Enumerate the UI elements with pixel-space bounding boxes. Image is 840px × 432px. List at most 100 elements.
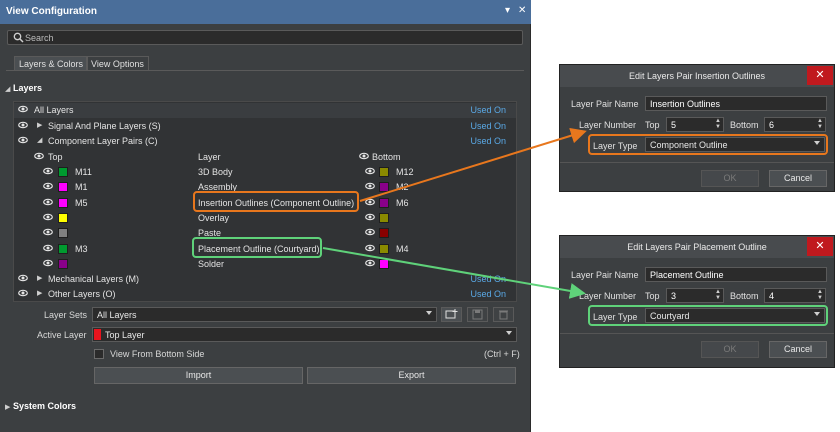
used-on-link[interactable]: Used On — [470, 136, 506, 146]
search-box[interactable] — [7, 30, 523, 45]
top-color-swatch[interactable] — [58, 197, 68, 208]
close-icon[interactable]: ✕ — [807, 66, 833, 85]
spinner-icon[interactable]: ▲ ▼ — [715, 118, 721, 130]
active-layer-dropdown[interactable]: Top Layer — [92, 327, 517, 342]
tree-row-all-layers[interactable]: All Layers Used On — [14, 103, 516, 118]
bottom-color-swatch[interactable] — [379, 197, 389, 208]
chevron-down-icon[interactable]: ◢ — [37, 136, 42, 144]
bottom-mechanical-name: M6 — [396, 197, 409, 208]
spinner-icon[interactable]: ▲ ▼ — [817, 118, 823, 130]
bottom-color-swatch[interactable] — [379, 167, 389, 177]
eye-icon[interactable] — [34, 151, 44, 161]
view-bottom-checkbox[interactable] — [94, 349, 104, 359]
bottom-number-stepper[interactable]: 4 ▲ ▼ — [764, 288, 826, 303]
eye-icon[interactable] — [43, 197, 53, 207]
tab-view-options[interactable]: View Options — [86, 56, 149, 71]
eye-icon[interactable] — [18, 273, 28, 283]
spinner-icon[interactable]: ▲ ▼ — [817, 289, 823, 301]
chevron-down-icon — [814, 141, 820, 145]
bottom-number-value: 4 — [769, 291, 775, 301]
tab-layers-colors[interactable]: Layers & Colors — [14, 56, 89, 71]
chevron-right-icon[interactable]: ▶ — [37, 289, 42, 297]
layer-add-icon — [445, 309, 458, 319]
used-on-link[interactable]: Used On — [470, 274, 506, 284]
layer-type-dropdown[interactable]: Component Outline — [645, 137, 825, 152]
pair-name-field[interactable]: Placement Outline — [645, 267, 827, 282]
top-number-stepper[interactable]: 3 ▲ ▼ — [666, 288, 724, 303]
top-color-swatch[interactable] — [58, 243, 68, 254]
eye-icon[interactable] — [43, 212, 53, 222]
top-color-swatch[interactable] — [58, 258, 68, 269]
layers-section-header[interactable]: ◢ Layers — [5, 83, 42, 93]
top-color-swatch[interactable] — [58, 212, 68, 223]
ok-button[interactable]: OK — [701, 170, 759, 187]
used-on-link[interactable]: Used On — [470, 121, 506, 131]
eye-icon[interactable] — [18, 104, 28, 114]
delete-layer-set-button[interactable] — [493, 307, 514, 322]
eye-icon[interactable] — [365, 197, 375, 207]
chevron-down-icon — [814, 312, 820, 316]
panel-menu-icon[interactable]: ▾ — [505, 5, 510, 16]
column-layer: Layer — [198, 152, 221, 162]
spinner-icon[interactable]: ▲ ▼ — [715, 289, 721, 301]
bottom-color-swatch[interactable] — [379, 212, 389, 223]
tree-row-component-pairs[interactable]: ◢ Component Layer Pairs (C) Used On — [14, 134, 516, 149]
eye-icon[interactable] — [18, 288, 28, 298]
layer-pair-row[interactable]: M11 3D Body M12 — [14, 165, 516, 180]
layer-sets-dropdown[interactable]: All Layers — [92, 307, 437, 322]
tree-row-other[interactable]: ▶ Other Layers (O) Used On — [14, 287, 516, 302]
top-color-swatch[interactable] — [58, 228, 68, 239]
layer-pair-row[interactable]: Overlay — [14, 211, 516, 226]
screenshot-stage: View Configuration ▾ ✕ Layers & Colors V… — [0, 0, 840, 432]
bottom-color-swatch[interactable] — [379, 228, 389, 239]
eye-icon[interactable] — [365, 212, 375, 222]
layer-pair-row[interactable]: Solder — [14, 257, 516, 272]
save-layer-set-button[interactable] — [467, 307, 488, 322]
component-pairs-label: Component Layer Pairs (C) — [48, 136, 158, 146]
chevron-right-icon[interactable]: ▶ — [37, 121, 42, 129]
system-colors-section-header[interactable]: ▶ System Colors — [5, 401, 76, 411]
active-layer-value: Top Layer — [105, 330, 145, 340]
eye-icon[interactable] — [43, 258, 53, 268]
search-input[interactable] — [25, 31, 505, 44]
chevron-right-icon[interactable]: ▶ — [37, 274, 42, 282]
add-layer-set-button[interactable] — [441, 307, 462, 322]
used-on-link[interactable]: Used On — [470, 289, 506, 299]
layer-type-dropdown[interactable]: Courtyard — [645, 308, 825, 323]
eye-icon[interactable] — [43, 243, 53, 253]
bottom-color-swatch[interactable] — [379, 182, 389, 193]
chevron-down-icon — [506, 331, 512, 335]
tree-row-mechanical[interactable]: ▶ Mechanical Layers (M) Used On — [14, 272, 516, 287]
eye-icon[interactable] — [43, 227, 53, 237]
bottom-color-swatch[interactable] — [379, 243, 389, 254]
eye-icon[interactable] — [365, 258, 375, 268]
eye-icon[interactable] — [43, 181, 53, 191]
panel-close-icon[interactable]: ✕ — [518, 5, 526, 16]
eye-icon[interactable] — [43, 166, 53, 176]
top-color-swatch[interactable] — [58, 182, 68, 193]
close-icon[interactable]: ✕ — [807, 237, 833, 256]
cancel-button[interactable]: Cancel — [769, 341, 827, 358]
eye-icon[interactable] — [365, 243, 375, 253]
ok-button[interactable]: OK — [701, 341, 759, 358]
bottom-color-swatch[interactable] — [379, 258, 389, 269]
eye-icon[interactable] — [18, 135, 28, 145]
pairs-header-row: Top Layer Bottom — [14, 150, 516, 165]
eye-icon[interactable] — [365, 227, 375, 237]
eye-icon[interactable] — [365, 181, 375, 191]
edit-layer-pair-dialog-insertion: Edit Layers Pair Insertion Outlines ✕ La… — [559, 64, 835, 192]
edit-layer-pair-dialog-placement: Edit Layers Pair Placement Outline ✕ Lay… — [559, 235, 835, 368]
tree-row-signal-plane[interactable]: ▶ Signal And Plane Layers (S) Used On — [14, 119, 516, 134]
export-button[interactable]: Export — [307, 367, 516, 384]
pair-name-field[interactable]: Insertion Outlines — [645, 96, 827, 111]
bottom-number-stepper[interactable]: 6 ▲ ▼ — [764, 117, 826, 132]
eye-icon[interactable] — [359, 151, 369, 161]
import-button[interactable]: Import — [94, 367, 303, 384]
top-mechanical-name: M1 — [75, 182, 88, 193]
cancel-button[interactable]: Cancel — [769, 170, 827, 187]
eye-icon[interactable] — [18, 120, 28, 130]
top-color-swatch[interactable] — [58, 167, 68, 177]
top-number-stepper[interactable]: 5 ▲ ▼ — [666, 117, 724, 132]
used-on-link[interactable]: Used On — [470, 105, 506, 115]
eye-icon[interactable] — [365, 166, 375, 176]
